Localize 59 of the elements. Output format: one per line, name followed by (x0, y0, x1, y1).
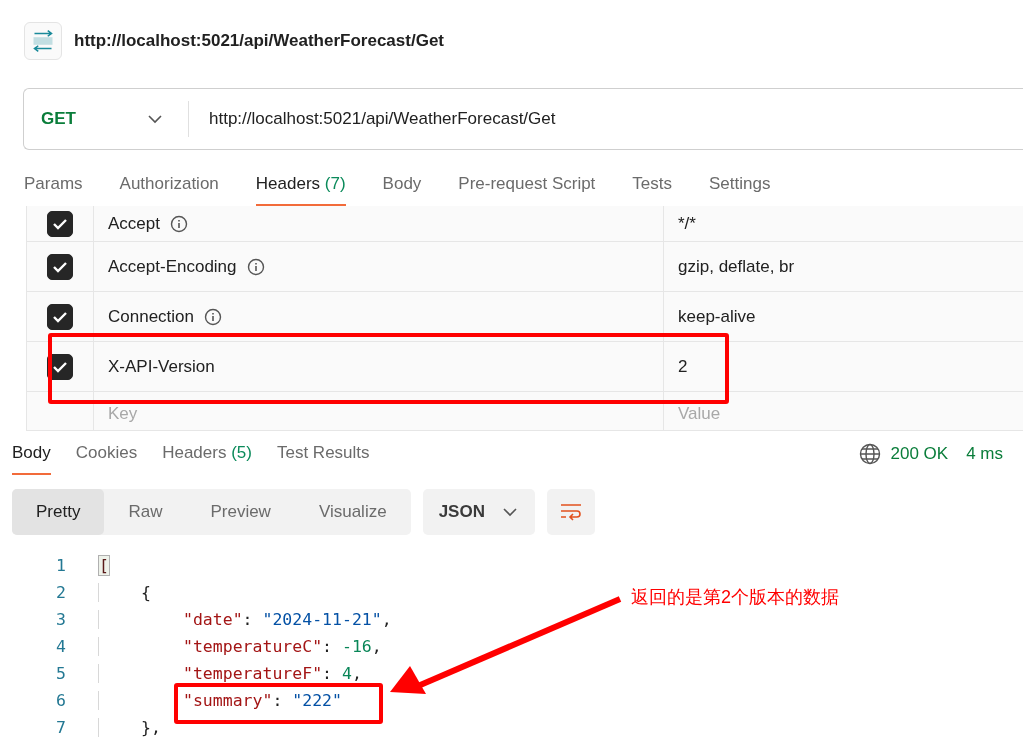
response-time: 4 ms (966, 444, 1003, 464)
response-tab[interactable]: Body (12, 443, 51, 475)
line-number: 7 (55, 718, 67, 737)
info-icon[interactable] (246, 257, 265, 276)
status-code: 200 OK (890, 444, 949, 464)
checkbox[interactable] (47, 253, 73, 280)
header-key: Accept-Encoding (108, 256, 237, 277)
header-value: keep-alive (678, 306, 756, 327)
http-icon (24, 22, 62, 60)
code-line: "temperatureF": 4, (98, 664, 362, 683)
globe-icon[interactable] (858, 443, 881, 465)
request-tab[interactable]: Settings (709, 174, 771, 206)
view-mode-button[interactable]: Visualize (294, 489, 411, 535)
line-number: 6 (55, 691, 67, 710)
header-value: gzip, deflate, br (678, 256, 795, 277)
request-title: http://localhost:5021/api/WeatherForecast/Get (74, 31, 444, 51)
request-tab[interactable]: Tests (632, 174, 673, 206)
header-key: X-API-Version (108, 356, 215, 377)
format-dropdown[interactable]: JSON (422, 489, 535, 535)
code-line: "date": "2024-11-21", (98, 610, 392, 629)
header-key: Connection (108, 306, 194, 327)
check-icon (52, 260, 68, 273)
view-mode-button[interactable]: Raw (104, 489, 187, 535)
code-line: "summary": "222" (98, 691, 342, 710)
checkbox[interactable] (47, 210, 73, 237)
info-icon[interactable] (170, 214, 188, 233)
line-number: 3 (55, 610, 67, 629)
checkbox[interactable] (47, 303, 73, 330)
code-line: { (98, 583, 151, 602)
response-tab[interactable]: Headers (5) (162, 443, 252, 475)
method-dropdown[interactable]: GET (24, 101, 189, 137)
header-key: Accept (108, 213, 160, 234)
check-icon (52, 310, 68, 323)
check-icon (52, 217, 68, 230)
annotation-note: 返回的是第2个版本的数据 (631, 586, 839, 609)
request-tab[interactable]: Authorization (119, 174, 219, 206)
wrap-button[interactable] (546, 489, 595, 535)
info-icon[interactable] (204, 307, 222, 326)
line-number: 4 (55, 637, 67, 656)
response-tab[interactable]: Test Results (276, 443, 370, 475)
request-tab[interactable]: Body (382, 174, 422, 206)
code-line: }, (98, 718, 161, 737)
view-mode-button[interactable]: Pretty (12, 489, 105, 535)
line-number: 1 (55, 556, 67, 575)
response-tab[interactable]: Cookies (75, 443, 138, 475)
line-number: 2 (55, 583, 67, 602)
chevron-icon (502, 507, 517, 517)
view-mode-button[interactable]: Preview (186, 489, 295, 535)
code-line: "temperatureC": -16, (98, 637, 382, 656)
line-number: 5 (55, 664, 67, 683)
header-value: 2 (678, 356, 688, 377)
request-tab[interactable]: Pre-request Script (458, 174, 596, 206)
header-value: */* (678, 213, 696, 234)
wrap-icon (559, 503, 582, 521)
url-field[interactable]: http://localhost:5021/api/WeatherForecast/Get (189, 109, 556, 129)
chevron-icon (148, 114, 162, 124)
check-icon (52, 360, 68, 373)
code-line: [ (98, 556, 109, 575)
request-tab[interactable]: Params (24, 174, 83, 206)
